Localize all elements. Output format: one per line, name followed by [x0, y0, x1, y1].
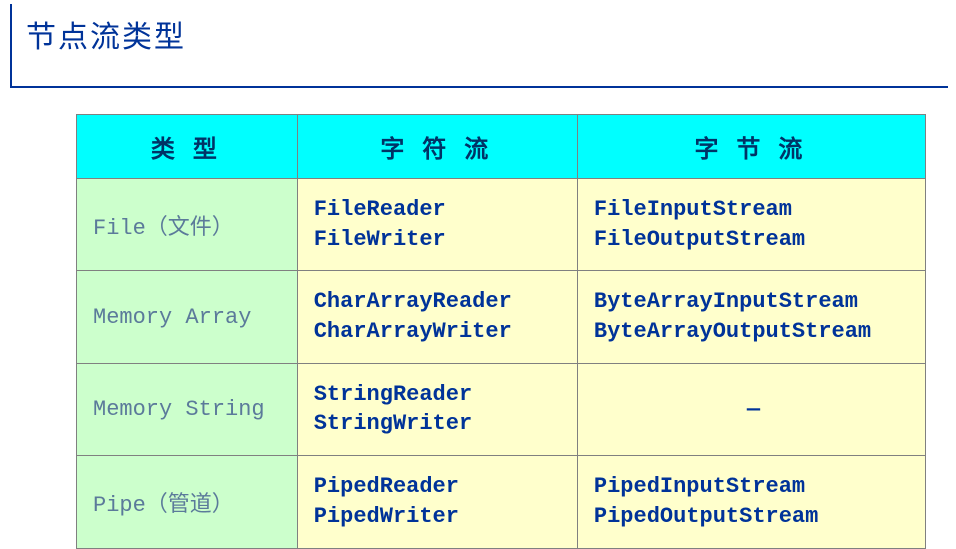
byte-class: PipedOutputStream: [594, 504, 818, 529]
cell-type: Pipe（管道）: [77, 456, 298, 548]
table-row: File（文件） FileReader FileWriter FileInput…: [77, 179, 926, 271]
title-border: 节点流类型: [10, 4, 948, 88]
cell-byte-stream: —: [577, 363, 925, 455]
table-row: Memory Array CharArrayReader CharArrayWr…: [77, 271, 926, 363]
byte-class: —: [747, 397, 760, 422]
cell-char-stream: PipedReader PipedWriter: [297, 456, 577, 548]
cell-type: File（文件）: [77, 179, 298, 271]
table-row: Memory String StringReader StringWriter …: [77, 363, 926, 455]
cell-byte-stream: PipedInputStream PipedOutputStream: [577, 456, 925, 548]
char-class: PipedReader: [314, 474, 459, 499]
table-row: Pipe（管道） PipedReader PipedWriter PipedIn…: [77, 456, 926, 548]
header-char-stream: 字 符 流: [297, 115, 577, 179]
byte-class: ByteArrayInputStream: [594, 289, 858, 314]
page-title: 节点流类型: [26, 12, 948, 56]
char-class: CharArrayWriter: [314, 319, 512, 344]
cell-byte-stream: ByteArrayInputStream ByteArrayOutputStre…: [577, 271, 925, 363]
cell-byte-stream: FileInputStream FileOutputStream: [577, 179, 925, 271]
char-class: CharArrayReader: [314, 289, 512, 314]
cell-char-stream: FileReader FileWriter: [297, 179, 577, 271]
char-class: FileWriter: [314, 227, 446, 252]
byte-class: FileInputStream: [594, 197, 792, 222]
byte-class: FileOutputStream: [594, 227, 805, 252]
byte-class: ByteArrayOutputStream: [594, 319, 871, 344]
char-class: PipedWriter: [314, 504, 459, 529]
header-byte-stream: 字 节 流: [577, 115, 925, 179]
byte-class: PipedInputStream: [594, 474, 805, 499]
cell-char-stream: CharArrayReader CharArrayWriter: [297, 271, 577, 363]
char-class: StringWriter: [314, 411, 472, 436]
cell-type: Memory String: [77, 363, 298, 455]
table-container: 类 型 字 符 流 字 节 流 File（文件） FileReader File…: [0, 88, 956, 549]
stream-types-table: 类 型 字 符 流 字 节 流 File（文件） FileReader File…: [76, 114, 926, 549]
header-type: 类 型: [77, 115, 298, 179]
cell-char-stream: StringReader StringWriter: [297, 363, 577, 455]
table-header-row: 类 型 字 符 流 字 节 流: [77, 115, 926, 179]
cell-type: Memory Array: [77, 271, 298, 363]
char-class: StringReader: [314, 382, 472, 407]
char-class: FileReader: [314, 197, 446, 222]
